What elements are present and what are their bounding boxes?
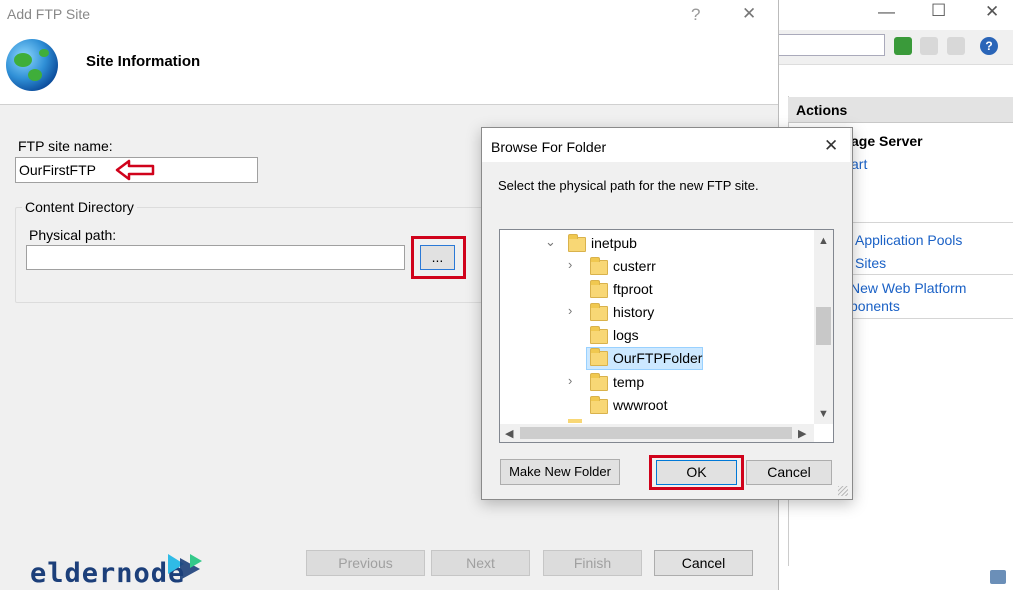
- scroll-right-arrow[interactable]: ▶: [798, 427, 806, 440]
- browse-instruction: Select the physical path for the new FTP…: [498, 178, 759, 193]
- iis-titlebar: — ☐ ✕: [778, 0, 1013, 30]
- refresh-icon[interactable]: [894, 37, 912, 55]
- tree-item-label: temp: [613, 374, 645, 390]
- physical-path-label: Physical path:: [29, 227, 117, 243]
- browse-title: Browse For Folder: [491, 139, 607, 155]
- tree-item-selected[interactable]: OurFTPFolder: [586, 347, 703, 370]
- address-bar[interactable]: [778, 34, 885, 56]
- folder-icon: [590, 348, 608, 366]
- finish-button[interactable]: Finish: [543, 550, 642, 576]
- next-button[interactable]: Next: [431, 550, 530, 576]
- eldernode-logo: eldernode: [30, 558, 186, 589]
- manage-server-heading: age Server: [851, 133, 923, 149]
- web-platform-link-line2[interactable]: ponents: [850, 298, 900, 314]
- minimize-button[interactable]: —: [878, 2, 895, 22]
- folder-icon: [590, 303, 608, 321]
- tree-item[interactable]: ⌄ inetpub: [545, 234, 835, 254]
- folder-icon: [590, 396, 608, 414]
- browse-button[interactable]: ...: [420, 245, 455, 270]
- physical-path-input[interactable]: [26, 245, 405, 270]
- dialog-title: Add FTP Site: [7, 6, 91, 22]
- tree-item[interactable]: wwwroot: [568, 396, 818, 416]
- previous-button[interactable]: Previous: [306, 550, 425, 576]
- folder-icon: [568, 419, 582, 423]
- help-button[interactable]: ?: [691, 5, 700, 25]
- close-button[interactable]: ✕: [985, 2, 999, 22]
- divider: [846, 274, 1013, 275]
- tree-item[interactable]: logs: [568, 326, 818, 346]
- scroll-down-arrow[interactable]: ▼: [818, 408, 829, 420]
- tree-item-label: ftproot: [613, 281, 653, 297]
- tree-item[interactable]: › custerr: [568, 257, 818, 277]
- tree-item-label: wwwroot: [613, 397, 668, 413]
- annotation-arrow-icon: [115, 159, 155, 181]
- divider: [846, 318, 1013, 319]
- maximize-button[interactable]: ☐: [931, 1, 946, 21]
- resize-grip-icon[interactable]: [838, 486, 848, 496]
- content-directory-label: Content Directory: [22, 199, 137, 215]
- divider: [846, 222, 1013, 223]
- ok-button[interactable]: OK: [656, 460, 737, 485]
- tree-item-label: inetpub: [591, 235, 637, 251]
- tree-item[interactable]: › history: [568, 303, 818, 323]
- chevron-right-icon[interactable]: ›: [568, 257, 572, 272]
- logo-arrows-icon: [168, 554, 202, 580]
- tree-item-label: history: [613, 304, 655, 320]
- tree-item-label: OurFTPFolder: [613, 350, 703, 366]
- chevron-down-icon[interactable]: ⌄: [545, 234, 556, 250]
- tree-item[interactable]: › temp: [568, 373, 818, 393]
- site-name-value: OurFirstFTP: [19, 162, 96, 178]
- folder-icon: [590, 373, 608, 391]
- chevron-right-icon[interactable]: ›: [568, 373, 572, 388]
- scroll-up-arrow[interactable]: ▲: [818, 235, 829, 247]
- help-icon[interactable]: ?: [980, 37, 998, 55]
- dialog-close-button[interactable]: ✕: [742, 4, 756, 24]
- web-platform-link[interactable]: New Web Platform: [850, 280, 966, 296]
- page-title: Site Information: [86, 53, 201, 70]
- folder-icon: [568, 234, 586, 252]
- horizontal-scroll-thumb[interactable]: [520, 427, 792, 439]
- browse-cancel-button[interactable]: Cancel: [746, 460, 832, 485]
- scroll-left-arrow[interactable]: ◀: [505, 427, 513, 440]
- actions-header: Actions: [788, 97, 1013, 123]
- tree-item[interactable]: ftproot: [568, 280, 818, 300]
- tree-item-label: logs: [613, 327, 639, 343]
- cancel-button[interactable]: Cancel: [654, 550, 753, 576]
- tree-item-label: custerr: [613, 258, 656, 274]
- home-icon[interactable]: [947, 37, 965, 55]
- folder-icon: [590, 326, 608, 344]
- stop-icon[interactable]: [920, 37, 938, 55]
- folder-icon: [590, 280, 608, 298]
- globe-icon: [6, 39, 58, 91]
- site-name-label: FTP site name:: [18, 138, 113, 154]
- restart-link[interactable]: art: [851, 156, 867, 172]
- vertical-scroll-thumb[interactable]: [816, 307, 831, 345]
- browse-close-button[interactable]: ✕: [824, 136, 838, 156]
- network-status-icon: [990, 570, 1006, 584]
- folder-icon: [590, 257, 608, 275]
- make-new-folder-button[interactable]: Make New Folder: [500, 459, 620, 485]
- sites-link[interactable]: Sites: [855, 255, 886, 271]
- chevron-right-icon[interactable]: ›: [568, 303, 572, 318]
- dialog-titlebar: [0, 0, 778, 28]
- app-pools-link[interactable]: Application Pools: [855, 232, 962, 248]
